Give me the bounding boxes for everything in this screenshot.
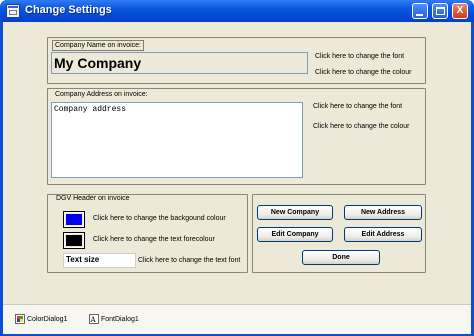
change-text-font-label[interactable]: Click here to change the text font — [138, 257, 240, 264]
background-colour-swatch[interactable] — [63, 211, 85, 228]
change-forecolour-label[interactable]: Click here to change the text forecolour — [93, 236, 215, 243]
change-background-colour-label[interactable]: Click here to change the backgound colou… — [93, 215, 226, 222]
minimize-icon — [416, 14, 423, 16]
company-name-field[interactable]: My Company — [51, 52, 308, 74]
minimize-button[interactable] — [412, 3, 428, 19]
text-size-field[interactable]: Text size — [63, 253, 136, 268]
window-title: Change Settings — [25, 4, 112, 16]
new-company-button[interactable]: New Company — [257, 205, 333, 220]
company-address-legend: Company Address on invoice: — [53, 91, 150, 98]
company-address-change-font[interactable]: Click here to change the font — [313, 103, 402, 110]
forecolour-swatch[interactable] — [63, 232, 85, 249]
text-size-value: Text size — [66, 255, 100, 264]
component-tray — [3, 304, 471, 334]
company-address-textarea[interactable]: Company address — [51, 102, 303, 178]
company-name-change-colour[interactable]: Click here to change the colour — [315, 69, 412, 76]
company-name-legend: Company Name on invoice: — [52, 40, 144, 51]
done-button[interactable]: Done — [302, 250, 380, 265]
form-icon — [6, 4, 20, 18]
font-dialog-icon: A — [89, 314, 99, 324]
dgv-header-legend: DGV Header on invoice — [54, 195, 132, 202]
new-address-button[interactable]: New Address — [344, 205, 422, 220]
company-address-change-colour[interactable]: Click here to change the colour — [313, 123, 410, 130]
settings-window: Change Settings X Company Name on invoic… — [0, 0, 474, 336]
svg-text:A: A — [90, 316, 97, 324]
edit-company-button[interactable]: Edit Company — [257, 227, 333, 242]
forecolour-fill — [66, 235, 82, 246]
company-name-value: My Company — [54, 55, 142, 71]
background-colour-fill — [66, 214, 82, 225]
color-dialog-component[interactable]: ColorDialog1 — [27, 316, 67, 323]
maximize-icon — [436, 7, 445, 15]
edit-address-button[interactable]: Edit Address — [344, 227, 422, 242]
font-dialog-component[interactable]: FontDialog1 — [101, 316, 139, 323]
color-dialog-icon — [15, 314, 25, 324]
title-bar[interactable]: Change Settings X — [0, 0, 474, 22]
company-address-value: Company address — [54, 105, 127, 114]
company-name-change-font[interactable]: Click here to change the font — [315, 53, 404, 60]
close-button[interactable]: X — [452, 3, 468, 19]
maximize-button[interactable] — [432, 3, 448, 19]
